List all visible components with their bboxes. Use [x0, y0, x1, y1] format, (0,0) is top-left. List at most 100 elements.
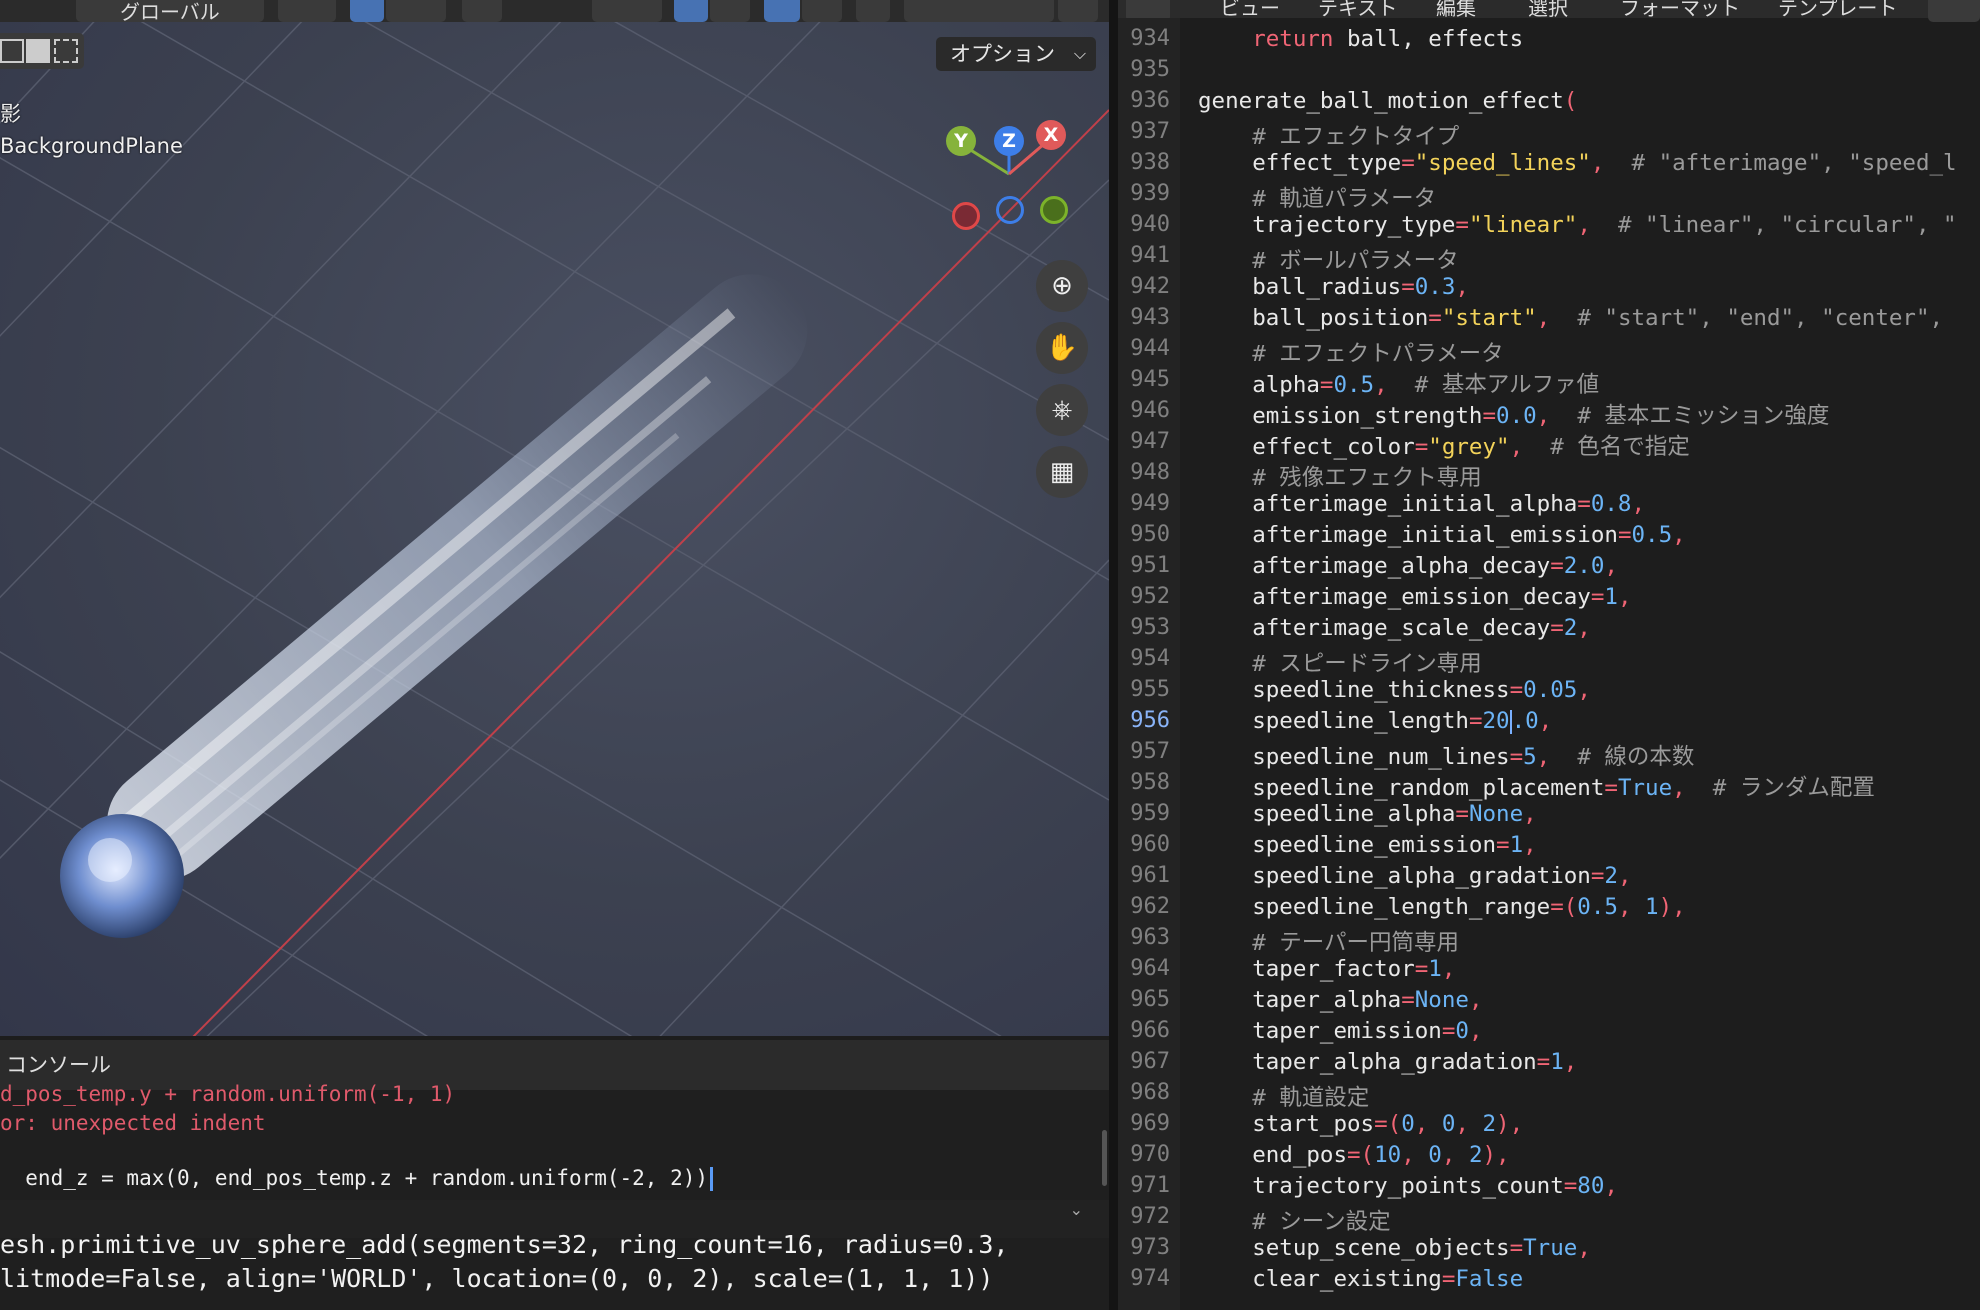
code-line[interactable]: afterimage_initial_alpha=0.8, — [1198, 491, 1645, 517]
3d-viewport[interactable]: グローバル オプション ⌵ 影 BackgroundPlane Y Z X ⊕ … — [0, 0, 1109, 1036]
hand-pan-icon[interactable]: ✋ — [1036, 322, 1088, 374]
text-datablock-dropdown[interactable] — [1928, 0, 1980, 22]
gizmo-dropdown[interactable] — [710, 0, 750, 22]
speed-line-trail — [99, 274, 808, 888]
code-line[interactable]: setup_scene_objects=True, — [1198, 1235, 1591, 1261]
code-line[interactable]: speedline_thickness=0.05, — [1198, 677, 1591, 703]
code-line[interactable]: emission_strength=0.0, # 基本エミッション強度 — [1198, 398, 1829, 430]
python-console[interactable]: コンソール d_pos_temp.y + random.uniform(-1, … — [0, 1040, 1109, 1310]
chevron-down-icon[interactable]: ⌄ — [1070, 1200, 1083, 1219]
code-line[interactable]: return ball, effects — [1198, 26, 1523, 52]
text-editor[interactable]: ビュー テキスト 編集 選択 フォーマット テンプレート 934 935 936 93… — [1118, 0, 1980, 1310]
code-line[interactable]: # エフェクトタイプ — [1198, 119, 1459, 151]
zoom-icon[interactable]: ⊕ — [1036, 260, 1088, 312]
code-line[interactable]: afterimage_alpha_decay=2.0, — [1198, 553, 1618, 579]
code-line[interactable]: speedline_emission=1, — [1198, 832, 1536, 858]
code-line[interactable]: speedline_num_lines=5, # 線の本数 — [1198, 739, 1694, 771]
code-line[interactable]: start_pos=(0, 0, 2), — [1198, 1111, 1523, 1137]
code-comment: # スピードライン専用 — [1252, 651, 1482, 677]
code-line[interactable]: end_pos=(10, 0, 2), — [1198, 1142, 1509, 1168]
code-line[interactable]: ball_radius=0.3, — [1198, 274, 1469, 300]
code-token: , — [1563, 1049, 1578, 1075]
code-token: , — [1455, 1111, 1483, 1137]
code-token: = — [1482, 403, 1497, 429]
gizmo-toggle[interactable] — [674, 0, 708, 22]
menu-view[interactable]: ビュー — [1220, 0, 1280, 21]
code-line[interactable]: trajectory_points_count=80, — [1198, 1173, 1618, 1199]
gizmo-neg-x[interactable] — [952, 202, 980, 230]
menu-select[interactable]: 選択 — [1528, 0, 1568, 21]
code-token: = — [1509, 1235, 1524, 1261]
camera-icon[interactable]: ⎈ — [1036, 384, 1088, 436]
code-line[interactable]: # 残像エフェクト専用 — [1198, 460, 1482, 492]
code-line[interactable]: generate_ball_motion_effect( — [1198, 88, 1577, 114]
code-line[interactable]: taper_alpha_gradation=1, — [1198, 1049, 1577, 1075]
code-line[interactable]: afterimage_scale_decay=2, — [1198, 615, 1591, 641]
menu-templates[interactable]: テンプレート — [1778, 0, 1897, 21]
mode-extend-icon[interactable] — [26, 39, 50, 63]
code-token: 1 — [1428, 956, 1442, 982]
menu-text[interactable]: テキスト — [1318, 0, 1397, 21]
pivot-dropdown[interactable] — [278, 0, 336, 22]
code-line[interactable]: speedline_length_range=(0.5, 1), — [1198, 894, 1685, 920]
select-tool-dropdown[interactable] — [592, 0, 662, 22]
gizmo-neg-y[interactable] — [1040, 196, 1068, 224]
menu-edit[interactable]: 編集 — [1436, 0, 1476, 21]
code-line[interactable]: afterimage_initial_emission=0.5, — [1198, 522, 1685, 548]
console-scrollbar[interactable] — [1102, 1130, 1107, 1186]
grid-icon[interactable]: ▦ — [1036, 446, 1088, 498]
code-token: speedline_length_range — [1252, 894, 1551, 920]
code-line[interactable]: # スピードライン専用 — [1198, 646, 1482, 678]
code-line[interactable]: effect_color="grey", # 色名で指定 — [1198, 429, 1690, 461]
code-token: 0.5 — [1577, 894, 1618, 920]
xray-toggle[interactable] — [856, 0, 890, 22]
code-line[interactable]: # エフェクトパラメータ — [1198, 336, 1503, 368]
code-line[interactable]: taper_alpha=None, — [1198, 987, 1482, 1013]
gizmo-x-axis[interactable]: X — [1036, 120, 1066, 150]
code-line[interactable]: # ボールパラメータ — [1198, 243, 1458, 275]
line-number: 971 — [1130, 1173, 1170, 1198]
gizmo-neg-z[interactable] — [996, 196, 1024, 224]
code-token: 5 — [1523, 744, 1537, 770]
shading-dropdown[interactable] — [1058, 0, 1098, 22]
code-line[interactable]: afterimage_emission_decay=1, — [1198, 584, 1631, 610]
area-splitter[interactable] — [1109, 0, 1118, 1310]
snap-dropdown[interactable] — [386, 0, 446, 22]
code-line[interactable]: clear_existing=False — [1198, 1266, 1523, 1292]
line-number: 938 — [1130, 150, 1170, 175]
gizmo-y-axis[interactable]: Y — [946, 126, 976, 156]
code-token: = — [1414, 434, 1429, 460]
select-mode-buttons[interactable] — [0, 33, 84, 69]
overlay-dropdown[interactable] — [802, 0, 842, 22]
code-line[interactable]: speedline_length=20.0, — [1198, 708, 1552, 734]
code-line[interactable]: trajectory_type="linear", # "linear", "c… — [1198, 212, 1956, 238]
code-line[interactable]: speedline_alpha_gradation=2, — [1198, 863, 1631, 889]
overlay-toggle[interactable] — [764, 0, 800, 22]
code-line[interactable]: ball_position="start", # "start", "end",… — [1198, 305, 1943, 331]
mode-subtract-icon[interactable] — [54, 39, 78, 63]
shading-buttons[interactable] — [904, 0, 1054, 22]
code-line[interactable]: # シーン設定 — [1198, 1204, 1390, 1236]
code-line[interactable]: taper_emission=0, — [1198, 1018, 1482, 1044]
code-token: , — [1577, 1235, 1591, 1261]
code-line[interactable]: # 軌道パラメータ — [1198, 181, 1436, 213]
code-line[interactable]: # テーパー円筒専用 — [1198, 925, 1459, 957]
code-token: =( — [1550, 894, 1578, 920]
proportional-edit-toggle[interactable] — [462, 0, 502, 22]
code-line[interactable]: alpha=0.5, # 基本アルファ値 — [1198, 367, 1599, 399]
mode-new-icon[interactable] — [0, 39, 24, 63]
menu-format[interactable]: フォーマット — [1620, 0, 1740, 21]
code-line[interactable]: speedline_random_placement=True, # ランダム配… — [1198, 770, 1875, 802]
console-input-line[interactable]: end_z = max(0, end_pos_temp.z + random.u… — [0, 1166, 714, 1191]
snap-toggle[interactable] — [350, 0, 384, 22]
code-line[interactable]: taper_factor=1, — [1198, 956, 1455, 982]
code-line[interactable]: speedline_alpha=None, — [1198, 801, 1536, 827]
gizmo-z-axis[interactable]: Z — [994, 126, 1024, 156]
options-dropdown[interactable]: オプション ⌵ — [936, 37, 1096, 71]
navigation-gizmo[interactable]: Y Z X — [935, 118, 1075, 238]
code-line[interactable]: effect_type="speed_lines", # "afterimage… — [1198, 150, 1956, 176]
code-line[interactable]: # 軌道設定 — [1198, 1080, 1369, 1112]
